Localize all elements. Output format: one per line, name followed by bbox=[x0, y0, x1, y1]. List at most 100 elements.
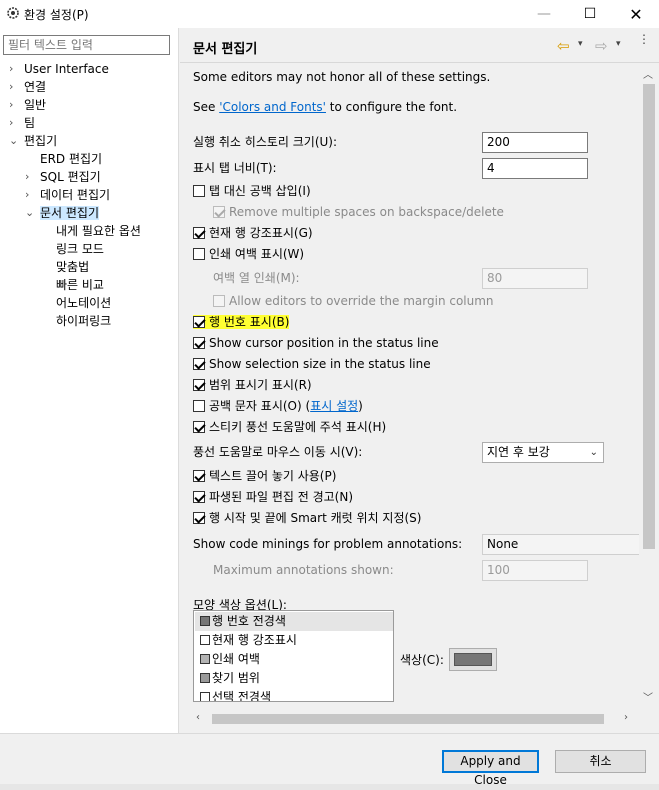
print-margin-option[interactable]: 인쇄 여백 표시(W) bbox=[193, 245, 304, 263]
color-swatch bbox=[200, 635, 210, 645]
vertical-scrollbar[interactable]: ︿ ﹀ bbox=[639, 64, 659, 706]
tree-item-linked-mode[interactable]: 링크 모드 bbox=[56, 240, 104, 258]
editor-note: Some editors may not honor all of these … bbox=[193, 70, 491, 84]
chevron-down-icon[interactable]: ⌄ bbox=[9, 132, 19, 150]
line-numbers-option[interactable]: 행 번호 표시(B) bbox=[193, 313, 290, 331]
smart-caret-option[interactable]: 행 시작 및 끝에 Smart 캐럿 위치 지정(S) bbox=[193, 509, 421, 527]
hover-behavior-select[interactable]: 지연 후 보강 ⌄ bbox=[482, 442, 604, 463]
scroll-right-icon[interactable]: › bbox=[624, 712, 628, 723]
override-margin-checkbox[interactable] bbox=[213, 295, 225, 307]
colors-and-fonts-link[interactable]: 'Colors and Fonts' bbox=[219, 100, 326, 114]
scroll-up-icon[interactable]: ︿ bbox=[643, 66, 653, 81]
tree-item-hyperlinking[interactable]: 하이퍼링크 bbox=[56, 312, 111, 330]
chevron-right-icon[interactable]: › bbox=[9, 60, 19, 78]
cursor-position-checkbox[interactable] bbox=[193, 337, 205, 349]
dialog-footer: Apply and Close 취소 bbox=[0, 733, 659, 790]
selection-size-checkbox[interactable] bbox=[193, 358, 205, 370]
color-swatch bbox=[200, 616, 210, 626]
remove-spaces-checkbox[interactable] bbox=[213, 206, 225, 218]
window-border bbox=[0, 784, 659, 790]
drag-drop-checkbox[interactable] bbox=[193, 470, 205, 482]
maximize-button[interactable]: ☐ bbox=[567, 0, 613, 28]
line-numbers-checkbox[interactable] bbox=[193, 316, 205, 328]
sticky-hover-option[interactable]: 스티키 풍선 도움말에 주석 표시(H) bbox=[193, 418, 386, 436]
derived-warning-checkbox[interactable] bbox=[193, 491, 205, 503]
tree-item-connection[interactable]: › 연결 bbox=[9, 78, 46, 96]
tab-width-label: 표시 탭 너비(T): bbox=[193, 161, 277, 175]
sticky-hover-checkbox[interactable] bbox=[193, 421, 205, 433]
scroll-thumb[interactable] bbox=[212, 714, 604, 724]
tree-item-sql-editor[interactable]: › SQL 편집기 bbox=[25, 168, 101, 186]
tree-item-editors[interactable]: ⌄ 편집기 bbox=[9, 132, 57, 150]
color-swatch bbox=[200, 673, 210, 683]
insert-spaces-option[interactable]: 탭 대신 공백 삽입(I) bbox=[193, 182, 311, 200]
forward-arrow-icon[interactable]: ⇨ bbox=[595, 37, 608, 55]
insert-spaces-checkbox[interactable] bbox=[193, 185, 205, 197]
undo-history-input[interactable]: 200 bbox=[482, 132, 588, 153]
cursor-position-option[interactable]: Show cursor position in the status line bbox=[193, 334, 439, 352]
hover-behavior-label: 풍선 도움말로 마우스 이동 시(V): bbox=[193, 445, 363, 459]
horizontal-scrollbar[interactable]: ‹ › bbox=[190, 711, 639, 727]
print-margin-checkbox[interactable] bbox=[193, 248, 205, 260]
tree-item-quick-diff[interactable]: 빠른 비교 bbox=[56, 276, 104, 294]
chevron-right-icon[interactable]: › bbox=[25, 186, 35, 204]
chevron-right-icon[interactable]: › bbox=[9, 96, 19, 114]
max-annotations-input[interactable]: 100 bbox=[482, 560, 588, 581]
preference-page: 문서 편집기 ⇦ ▾ ⇨ ▾ ⋮ Some editors may not ho… bbox=[180, 28, 659, 733]
tree-item-annotations[interactable]: 어노테이션 bbox=[56, 294, 111, 312]
back-arrow-icon[interactable]: ⇦ bbox=[557, 37, 570, 55]
range-indicator-checkbox[interactable] bbox=[193, 379, 205, 391]
tree-item-accessibility[interactable]: 내게 필요한 옵션 bbox=[56, 222, 141, 240]
smart-caret-checkbox[interactable] bbox=[193, 512, 205, 524]
color-label: 색상(C): bbox=[400, 653, 444, 667]
whitespace-option[interactable]: 공백 문자 표시(O) (표시 설정) bbox=[193, 397, 363, 415]
colors-fonts-hint: See 'Colors and Fonts' to configure the … bbox=[193, 100, 458, 114]
list-item[interactable]: 선택 전경색 bbox=[195, 688, 393, 701]
settings-content: Some editors may not honor all of these … bbox=[180, 64, 639, 720]
derived-warning-option[interactable]: 파생된 파일 편집 전 경고(N) bbox=[193, 488, 353, 506]
tree-item-erd-editor[interactable]: ERD 편집기 bbox=[40, 150, 102, 168]
appearance-color-list[interactable]: 행 번호 전경색 현재 행 강조표시 인쇄 여백 찾기 범위 선택 전경색 bbox=[193, 610, 394, 702]
scroll-down-icon[interactable]: ﹀ bbox=[643, 689, 653, 704]
cancel-button[interactable]: 취소 bbox=[555, 750, 646, 773]
minimize-button[interactable]: — bbox=[521, 0, 567, 28]
selection-size-option[interactable]: Show selection size in the status line bbox=[193, 355, 431, 373]
whitespace-settings-link[interactable]: 표시 설정 bbox=[310, 399, 358, 413]
scroll-thumb[interactable] bbox=[643, 84, 655, 549]
tab-width-input[interactable]: 4 bbox=[482, 158, 588, 179]
chevron-right-icon[interactable]: › bbox=[9, 78, 19, 96]
list-item[interactable]: 인쇄 여백 bbox=[195, 650, 393, 669]
tree-item-user-interface[interactable]: › User Interface bbox=[9, 60, 109, 78]
max-annotations-label: Maximum annotations shown: bbox=[213, 563, 394, 577]
margin-column-input[interactable]: 80 bbox=[482, 268, 588, 289]
tree-item-general[interactable]: › 일반 bbox=[9, 96, 46, 114]
chevron-down-icon[interactable]: ⌄ bbox=[25, 204, 35, 222]
apply-and-close-button[interactable]: Apply and Close bbox=[442, 750, 539, 787]
back-history-dropdown-icon[interactable]: ▾ bbox=[578, 39, 583, 49]
list-item[interactable]: 찾기 범위 bbox=[195, 669, 393, 688]
scroll-left-icon[interactable]: ‹ bbox=[196, 712, 200, 723]
chevron-right-icon[interactable]: › bbox=[25, 168, 35, 186]
drag-drop-option[interactable]: 텍스트 끌어 놓기 사용(P) bbox=[193, 467, 336, 485]
filter-input[interactable] bbox=[3, 35, 170, 55]
whitespace-checkbox[interactable] bbox=[193, 400, 205, 412]
page-header: 문서 편집기 ⇦ ▾ ⇨ ▾ ⋮ bbox=[180, 28, 659, 63]
view-menu-icon[interactable]: ⋮ bbox=[638, 33, 650, 45]
highlight-line-option[interactable]: 현재 행 강조표시(G) bbox=[193, 224, 313, 242]
remove-spaces-option[interactable]: Remove multiple spaces on backspace/dele… bbox=[213, 203, 504, 221]
tree-item-spelling[interactable]: 맞춤법 bbox=[56, 258, 89, 276]
code-minings-select[interactable]: None bbox=[482, 534, 639, 555]
close-button[interactable]: ✕ bbox=[613, 0, 659, 28]
override-margin-option[interactable]: Allow editors to override the margin col… bbox=[213, 292, 494, 310]
tree-item-text-editors[interactable]: ⌄ 문서 편집기 bbox=[25, 204, 100, 222]
tree-item-data-editor[interactable]: › 데이터 편집기 bbox=[25, 186, 110, 204]
range-indicator-option[interactable]: 범위 표시기 표시(R) bbox=[193, 376, 312, 394]
forward-history-dropdown-icon[interactable]: ▾ bbox=[616, 39, 621, 49]
list-item[interactable]: 행 번호 전경색 bbox=[195, 612, 393, 631]
tree-item-team[interactable]: › 팀 bbox=[9, 114, 35, 132]
color-picker-button[interactable] bbox=[449, 648, 497, 671]
list-item[interactable]: 현재 행 강조표시 bbox=[195, 631, 393, 650]
highlight-line-checkbox[interactable] bbox=[193, 227, 205, 239]
code-minings-label: Show code minings for problem annotation… bbox=[193, 537, 463, 551]
chevron-right-icon[interactable]: › bbox=[9, 114, 19, 132]
